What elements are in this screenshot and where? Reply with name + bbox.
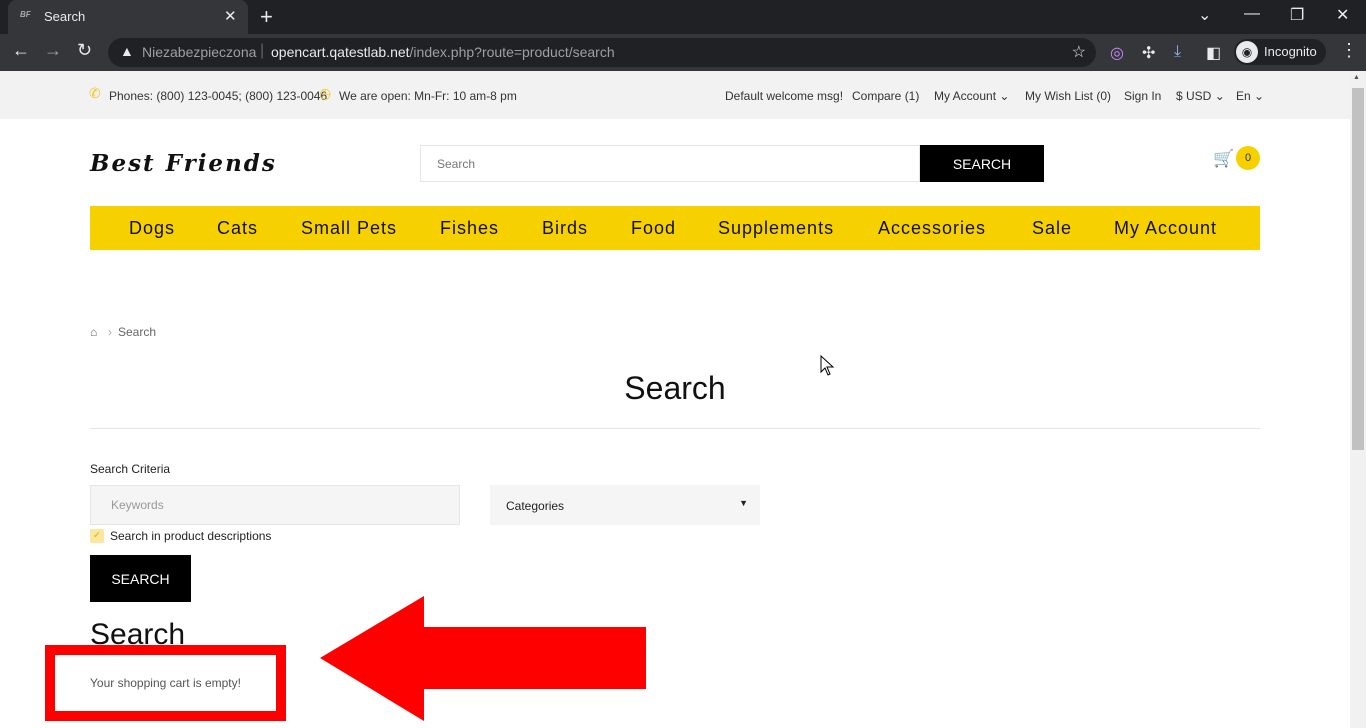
menu-item-sale[interactable]: Sale xyxy=(1032,218,1072,239)
security-label[interactable]: Niezabezpieczona xyxy=(142,44,256,60)
title-divider xyxy=(90,428,1260,429)
browser-toolbar: ← → ↻ ▲ Niezabezpieczona | opencart.qate… xyxy=(0,34,1366,71)
sign-in-link[interactable]: Sign In xyxy=(1124,89,1161,103)
menu-item-cats[interactable]: Cats xyxy=(217,218,258,239)
browser-tab[interactable]: BF Search ✕ xyxy=(8,0,248,34)
welcome-text: Default welcome msg! xyxy=(725,89,844,103)
new-tab-icon[interactable]: + xyxy=(260,4,273,30)
menu-item-birds[interactable]: Birds xyxy=(542,218,588,239)
chevron-down-icon: ⌄ xyxy=(1214,89,1225,103)
incognito-badge[interactable]: ◉ Incognito xyxy=(1234,39,1326,65)
description-checkbox-label[interactable]: Search in product descriptions xyxy=(110,529,271,543)
tab-search-icon[interactable]: ⌄ xyxy=(1198,5,1211,25)
url-domain: opencart.qatestlab.net xyxy=(271,44,410,60)
tab-favicon-icon: BF xyxy=(20,10,31,19)
menu-item-food[interactable]: Food xyxy=(631,218,676,239)
breadcrumb-separator-icon: › xyxy=(108,325,112,339)
keywords-input[interactable] xyxy=(90,485,460,525)
minimize-icon[interactable]: — xyxy=(1244,5,1260,23)
window-close-icon[interactable]: ✕ xyxy=(1336,5,1349,25)
reload-icon[interactable]: ↻ xyxy=(77,40,92,61)
search-button[interactable]: SEARCH xyxy=(90,555,191,602)
address-bar[interactable]: ▲ Niezabezpieczona | opencart.qatestlab.… xyxy=(108,38,1096,67)
my-account-dropdown[interactable]: My Account ⌄ xyxy=(934,89,1009,103)
url-path: /index.php?route=product/search xyxy=(409,44,615,60)
menu-item-supplements[interactable]: Supplements xyxy=(718,218,834,239)
header-search-input[interactable] xyxy=(420,145,920,182)
incognito-label: Incognito xyxy=(1264,44,1317,59)
currency-label: $ USD xyxy=(1176,89,1212,103)
menu-item-small-pets[interactable]: Small Pets xyxy=(301,218,397,239)
menu-item-accessories[interactable]: Accessories xyxy=(878,218,986,239)
hours-text: We are open: Mn-Fr: 10 am-8 pm xyxy=(339,89,517,103)
description-checkbox[interactable]: ✓ xyxy=(90,529,104,543)
side-panel-icon[interactable]: ◧ xyxy=(1206,43,1221,63)
back-icon[interactable]: ← xyxy=(12,40,30,61)
caret-down-icon: ▼ xyxy=(739,498,748,508)
menu-item-dogs[interactable]: Dogs xyxy=(129,218,175,239)
categories-select[interactable]: Categories ▼ xyxy=(490,485,760,525)
tab-title: Search xyxy=(44,9,86,24)
clock-icon: ◷ xyxy=(319,85,332,101)
scroll-up-icon[interactable]: ▲ xyxy=(1353,74,1360,81)
language-dropdown[interactable]: En ⌄ xyxy=(1236,89,1264,103)
main-menu: Dogs Cats Small Pets Fishes Birds Food S… xyxy=(90,206,1260,250)
compare-link[interactable]: Compare (1) xyxy=(852,89,919,103)
menu-item-my-account[interactable]: My Account xyxy=(1114,218,1217,239)
incognito-icon: ◉ xyxy=(1236,41,1258,63)
annotation-highlight-box xyxy=(45,645,286,721)
search-criteria-label: Search Criteria xyxy=(90,462,171,476)
currency-dropdown[interactable]: $ USD ⌄ xyxy=(1176,89,1225,103)
chevron-down-icon: ⌄ xyxy=(1254,89,1265,103)
browser-tab-bar: BF Search ✕ + ⌄ — ❐ ✕ xyxy=(0,0,1366,34)
forward-icon[interactable]: → xyxy=(44,40,62,61)
chevron-down-icon: ⌄ xyxy=(999,89,1010,103)
breadcrumb-home-icon[interactable]: ⌂ xyxy=(90,325,97,339)
browser-menu-icon[interactable]: ⋮ xyxy=(1340,40,1358,61)
cart-icon[interactable]: 🛒 xyxy=(1213,149,1234,169)
my-account-label: My Account xyxy=(934,89,997,103)
color-extension-icon[interactable]: ◎ xyxy=(1110,43,1124,63)
page-title: Search xyxy=(624,370,726,406)
warning-icon[interactable]: ▲ xyxy=(120,43,134,59)
wish-list-link[interactable]: My Wish List (0) xyxy=(1025,89,1111,103)
restore-icon[interactable]: ❐ xyxy=(1290,5,1304,25)
categories-selected-value: Categories xyxy=(506,499,565,513)
phones-text: Phones: (800) 123-0045; (800) 123-0046 xyxy=(109,89,328,103)
tab-close-icon[interactable]: ✕ xyxy=(224,7,237,25)
site-top-bar: ✆ Phones: (800) 123-0045; (800) 123-0046… xyxy=(0,71,1350,119)
bookmark-star-icon[interactable]: ☆ xyxy=(1072,42,1086,62)
url-text[interactable]: opencart.qatestlab.net/index.php?route=p… xyxy=(271,44,615,60)
download-icon[interactable]: ⤓ xyxy=(1174,43,1181,61)
menu-item-fishes[interactable]: Fishes xyxy=(440,218,499,239)
annotation-arrow-icon xyxy=(320,596,646,721)
header-search-button[interactable]: SEARCH xyxy=(920,145,1044,182)
site-logo[interactable]: Best Friends xyxy=(90,150,277,177)
scrollbar-thumb[interactable] xyxy=(1352,88,1364,450)
phone-icon: ✆ xyxy=(89,85,101,101)
address-separator: | xyxy=(260,42,265,59)
cart-count-badge[interactable]: 0 xyxy=(1236,146,1260,170)
breadcrumb-current[interactable]: Search xyxy=(118,325,156,339)
mouse-cursor-icon xyxy=(820,355,835,376)
extensions-puzzle-icon[interactable]: ✣ xyxy=(1142,43,1155,63)
language-label: En xyxy=(1236,89,1251,103)
